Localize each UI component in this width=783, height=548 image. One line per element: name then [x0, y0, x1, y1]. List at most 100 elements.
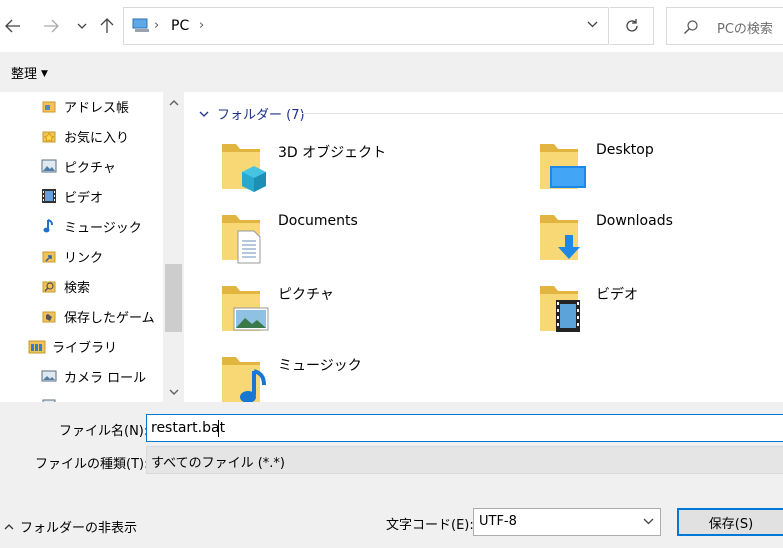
scroll-up-button[interactable]	[163, 92, 184, 113]
sidebar-item-label: ライブラリ	[52, 340, 118, 356]
scroll-thumb[interactable]	[165, 264, 182, 332]
chevron-down-icon	[199, 111, 209, 117]
command-bar: 整理 ▼	[0, 52, 783, 92]
filename-value: restart.bat	[151, 420, 226, 436]
address-bar[interactable]: › PC ›	[123, 7, 609, 45]
documents-folder-icon	[222, 215, 261, 264]
back-button[interactable]	[2, 13, 24, 39]
navigation-pane[interactable]: アドレス帳 お気に入り ピクチャ ビデオ ミュージック リンク 検索 保存したゲ…	[0, 92, 184, 402]
sidebar-item-label: カメラ ロール	[64, 370, 147, 386]
group-divider	[302, 113, 783, 114]
pictures-folder-icon	[222, 286, 269, 331]
favorites-icon	[40, 127, 58, 145]
folder-tile-downloads[interactable]: Downloads	[538, 207, 783, 273]
caret-down-icon: ▼	[41, 69, 48, 79]
hide-folders-toggle[interactable]: フォルダーの非表示	[4, 517, 137, 536]
sidebar-item-label: アドレス帳	[64, 100, 130, 116]
save-button-label: 保存(S)	[708, 516, 754, 532]
file-list[interactable]: フォルダー (7) 3D オブジェクト Desktop Documents Do…	[184, 92, 783, 402]
chevron-down-icon	[643, 518, 654, 525]
filetype-label: ファイルの種類(T):	[35, 457, 149, 472]
sidebar-item-favorites[interactable]: お気に入り	[40, 123, 129, 149]
organize-label: 整理	[11, 67, 38, 82]
filename-input[interactable]: restart.bat	[146, 414, 783, 442]
chevron-down-icon	[169, 389, 178, 395]
filetype-value: すべてのファイル (*.*)	[151, 456, 285, 471]
sidebar-item-label: ピクチャ	[64, 160, 116, 176]
pictures-icon	[40, 157, 58, 175]
sidebar-item-searches[interactable]: 検索	[40, 273, 90, 299]
videos-icon	[40, 187, 58, 205]
libraries-icon	[28, 337, 46, 355]
filetype-select[interactable]: すべてのファイル (*.*)	[146, 446, 783, 474]
search-icon	[684, 20, 698, 34]
navigation-scrollbar[interactable]	[163, 92, 184, 402]
save-dialog: › PC › PCの検索 整理 ▼ アドレス帳 お気に入り ピクチャ ビデオ ミ…	[0, 0, 783, 548]
chevron-up-icon	[169, 99, 178, 105]
sidebar-item-camera-roll[interactable]: カメラ ロール	[40, 363, 146, 389]
folder-tile-3d-objects[interactable]: 3D オブジェクト	[220, 136, 520, 202]
sidebar-item-label: 保存したゲーム	[64, 310, 155, 326]
chevron-down-icon	[77, 23, 87, 29]
music-icon	[40, 217, 58, 235]
folder-tile-pictures[interactable]: ピクチャ	[220, 278, 520, 344]
sidebar-item-music[interactable]: ミュージック	[40, 213, 142, 239]
folder-tile-desktop[interactable]: Desktop	[538, 136, 783, 202]
sidebar-item-pictures[interactable]: ピクチャ	[40, 153, 116, 179]
breadcrumb-separator[interactable]: ›	[199, 18, 204, 33]
sidebar-item-libraries[interactable]: ライブラリ	[28, 333, 117, 359]
folder-name: ミュージック	[278, 358, 362, 374]
filename-label: ファイル名(N):	[59, 424, 149, 439]
sidebar-item-label: ビデオ	[64, 190, 104, 206]
downloads-folder-icon	[540, 215, 580, 260]
searches-icon	[40, 277, 58, 295]
scroll-down-button[interactable]	[163, 381, 184, 402]
sidebar-item-partial	[40, 393, 64, 402]
saved-games-icon	[40, 307, 58, 325]
up-button[interactable]	[96, 13, 118, 39]
forward-arrow-icon	[44, 19, 59, 33]
desktop-folder-icon	[540, 144, 586, 189]
folder-tile-documents[interactable]: Documents	[220, 207, 520, 273]
3d-objects-folder-icon	[222, 144, 266, 192]
encoding-select[interactable]: UTF-8	[473, 508, 661, 536]
pc-icon	[132, 18, 149, 32]
recent-locations-button[interactable]	[71, 13, 93, 39]
up-arrow-icon	[100, 18, 114, 33]
folder-name: ピクチャ	[278, 287, 334, 303]
forward-button[interactable]	[40, 13, 62, 39]
sidebar-item-videos[interactable]: ビデオ	[40, 183, 103, 209]
videos-folder-icon	[540, 286, 580, 332]
camera-roll-icon	[40, 367, 58, 385]
group-header-label: フォルダー (7)	[217, 108, 305, 123]
sidebar-item-label: 検索	[64, 280, 91, 296]
folder-name: Documents	[278, 213, 358, 229]
sidebar-item-address-book[interactable]: アドレス帳	[40, 93, 129, 119]
back-arrow-icon	[5, 19, 20, 33]
encoding-label: 文字コード(E):	[386, 518, 474, 533]
folder-name: ビデオ	[596, 287, 638, 303]
search-box[interactable]: PCの検索	[666, 7, 783, 45]
save-button[interactable]: 保存(S)	[677, 508, 783, 536]
sidebar-item-links[interactable]: リンク	[40, 243, 103, 269]
folder-tile-music[interactable]: ミュージック	[220, 349, 520, 402]
sidebar-item-saved-games[interactable]: 保存したゲーム	[40, 303, 155, 329]
organize-button[interactable]: 整理 ▼	[11, 63, 48, 82]
encoding-value: UTF-8	[479, 514, 517, 529]
address-book-icon	[40, 97, 58, 115]
address-row: › PC › PCの検索	[0, 0, 783, 52]
chevron-down-icon[interactable]	[587, 21, 598, 28]
folder-name: Downloads	[596, 213, 673, 229]
search-placeholder[interactable]: PCの検索	[717, 18, 773, 37]
text-caret	[218, 420, 219, 437]
hide-folders-label: フォルダーの非表示	[20, 521, 138, 536]
chevron-up-icon	[4, 523, 14, 529]
refresh-button[interactable]	[610, 7, 654, 45]
folder-tile-videos[interactable]: ビデオ	[538, 278, 783, 344]
group-header-folders[interactable]: フォルダー (7)	[199, 104, 305, 123]
breadcrumb-separator: ›	[154, 18, 160, 33]
sidebar-item-label: お気に入り	[64, 130, 130, 146]
music-folder-icon	[222, 357, 266, 402]
sidebar-item-label: ミュージック	[64, 220, 142, 236]
breadcrumb-pc[interactable]: PC	[171, 18, 189, 34]
